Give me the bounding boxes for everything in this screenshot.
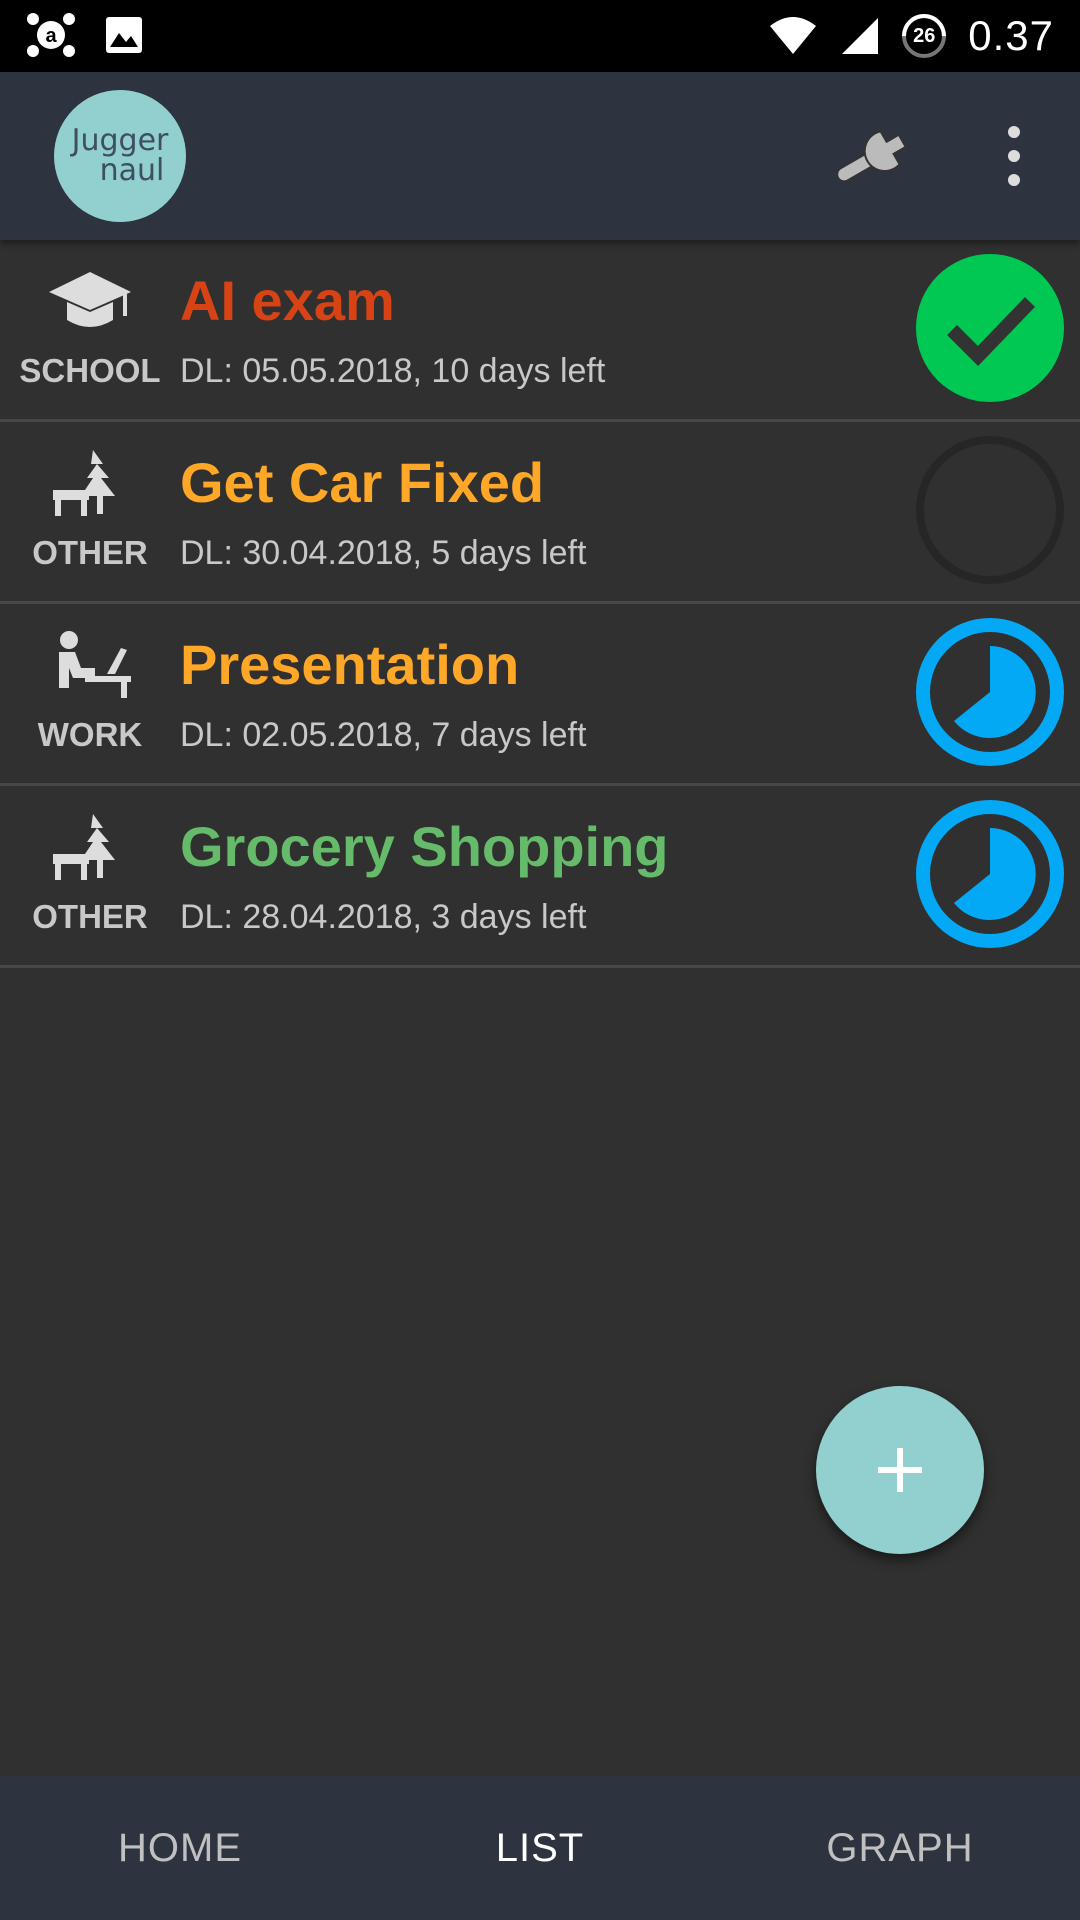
park-bench-icon — [53, 450, 115, 516]
logo-line2: naul — [99, 153, 165, 188]
category: OTHER — [0, 786, 180, 965]
battery-icon: 26 — [902, 14, 947, 58]
task-deadline: DL: 30.04.2018, 5 days left — [180, 534, 587, 572]
status-in-progress-icon[interactable] — [914, 616, 1066, 768]
task-row[interactable]: SCHOOL AI exam DL: 05.05.2018, 10 days l… — [0, 240, 1080, 422]
task-title: Get Car Fixed — [180, 451, 545, 514]
task-deadline: DL: 05.05.2018, 10 days left — [180, 352, 606, 390]
tab-graph[interactable]: GRAPH — [720, 1776, 1080, 1920]
category: SCHOOL — [0, 240, 180, 419]
tab-list[interactable]: LIST — [360, 1776, 720, 1920]
category-label: SCHOOL — [19, 352, 161, 389]
svg-text:a: a — [45, 25, 57, 47]
wrench-icon[interactable] — [826, 116, 922, 196]
more-options-icon[interactable] — [992, 126, 1036, 186]
app-bar: Jugger naul — [0, 72, 1080, 240]
task-deadline: DL: 02.05.2018, 7 days left — [180, 716, 587, 754]
app-logo[interactable]: Jugger naul — [54, 90, 186, 222]
category-label: OTHER — [32, 534, 148, 571]
task-title: Presentation — [180, 633, 520, 696]
desk-worker-icon — [59, 631, 131, 698]
task-row[interactable]: WORK Presentation DL: 02.05.2018, 7 days… — [0, 604, 1080, 786]
logo-line1: Jugger — [71, 123, 169, 158]
status-not-started-icon[interactable] — [914, 434, 1066, 586]
task-row[interactable]: OTHER Get Car Fixed DL: 30.04.2018, 5 da… — [0, 422, 1080, 604]
wifi-icon — [770, 17, 817, 54]
status-done-icon[interactable] — [914, 252, 1066, 404]
task-title: Grocery Shopping — [180, 815, 669, 878]
task-title: AI exam — [180, 269, 395, 332]
category: WORK — [0, 604, 180, 783]
status-in-progress-icon[interactable] — [914, 798, 1066, 950]
graduation-cap-icon — [49, 272, 131, 327]
app-notification-icon: a — [27, 13, 75, 57]
park-bench-icon — [53, 814, 115, 880]
task-list: SCHOOL AI exam DL: 05.05.2018, 10 days l… — [0, 240, 1080, 968]
tab-home[interactable]: HOME — [0, 1776, 360, 1920]
image-notification-icon — [106, 17, 142, 53]
signal-icon — [842, 18, 879, 54]
category-label: WORK — [37, 716, 143, 753]
category-label: OTHER — [32, 898, 148, 935]
bottom-nav: HOME LIST GRAPH — [0, 1776, 1080, 1920]
add-task-button[interactable] — [816, 1386, 984, 1554]
task-deadline: DL: 28.04.2018, 3 days left — [180, 898, 587, 936]
status-time: 0.37 — [968, 12, 1054, 59]
category: OTHER — [0, 422, 180, 601]
status-bar: a 26 0.37 — [0, 0, 1080, 72]
task-row[interactable]: OTHER Grocery Shopping DL: 28.04.2018, 3… — [0, 786, 1080, 968]
